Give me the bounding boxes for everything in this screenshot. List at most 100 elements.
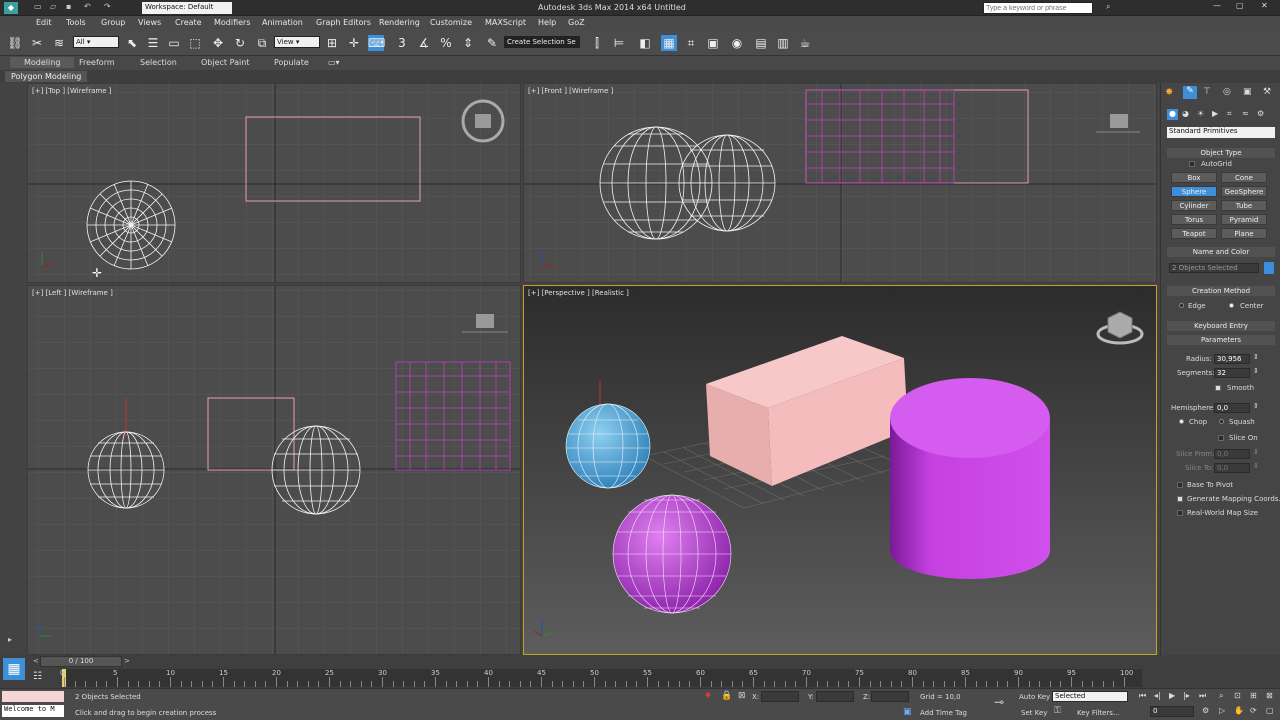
hemisphere-spinner-icon[interactable]: ⇕: [1253, 402, 1259, 410]
menu-views[interactable]: Views: [138, 18, 161, 27]
mirror-icon[interactable]: ⫿: [589, 35, 605, 51]
hemisphere-input[interactable]: 0,0: [1214, 403, 1250, 413]
time-slider[interactable]: 0 / 100: [40, 656, 122, 667]
viewport-left[interactable]: [+] [Left ] [Wireframe ]: [27, 285, 521, 655]
reference-coordinate-dropdown[interactable]: View ▾: [274, 36, 320, 48]
keyboard-entry-rollout[interactable]: Keyboard Entry: [1167, 321, 1275, 331]
redo-icon[interactable]: ↷: [104, 2, 111, 11]
geometry-icon[interactable]: ●: [1167, 109, 1178, 120]
field-of-view-icon[interactable]: ▷: [1219, 706, 1225, 715]
bind-space-warp-icon[interactable]: ≋: [51, 35, 67, 51]
spinner-snap-icon[interactable]: ⇕: [460, 35, 476, 51]
radius-spinner-icon[interactable]: ⇕: [1253, 353, 1259, 361]
zoom-all-icon[interactable]: ⊡: [1234, 691, 1241, 700]
select-link-icon[interactable]: ⛓: [7, 35, 23, 51]
parameters-rollout[interactable]: Parameters: [1167, 335, 1275, 345]
orbit-icon[interactable]: ⟳: [1250, 706, 1257, 715]
autogrid-checkbox[interactable]: [1189, 161, 1195, 167]
box-button[interactable]: Box: [1171, 172, 1217, 183]
slice-from-spinner-icon[interactable]: ⇕: [1253, 448, 1259, 456]
edit-named-selection-icon[interactable]: ✎: [484, 35, 500, 51]
lights-icon[interactable]: ☀: [1197, 109, 1204, 118]
modify-tab-icon[interactable]: ✎: [1183, 86, 1197, 99]
tab-modeling[interactable]: Modeling: [10, 57, 75, 68]
current-frame-field[interactable]: 0: [1150, 706, 1194, 717]
manipulate-icon[interactable]: ✛: [346, 35, 362, 51]
primitive-type-dropdown[interactable]: Standard Primitives: [1167, 127, 1275, 138]
set-key-button[interactable]: Set Key: [1021, 709, 1047, 717]
menu-graph-editors[interactable]: Graph Editors: [316, 18, 371, 27]
go-to-start-icon[interactable]: ⏮: [1139, 691, 1146, 701]
menu-animation[interactable]: Animation: [262, 18, 303, 27]
name-color-rollout[interactable]: Name and Color: [1167, 247, 1275, 257]
pivot-icon[interactable]: ⊞: [324, 35, 340, 51]
maximize-viewport-icon[interactable]: ▢: [1266, 706, 1274, 715]
pan-icon[interactable]: ✋: [1234, 706, 1244, 715]
absolute-mode-icon[interactable]: ⊠: [738, 691, 746, 701]
keyboard-shortcut-icon[interactable]: ⌨: [368, 35, 385, 51]
unlink-icon[interactable]: ✂: [29, 35, 45, 51]
segments-spinner-icon[interactable]: ⇕: [1253, 367, 1259, 375]
menu-tools[interactable]: Tools: [66, 18, 86, 27]
add-time-tag-label[interactable]: Add Time Tag: [920, 709, 967, 717]
z-coordinate-field[interactable]: [871, 691, 909, 702]
graphite-tools-icon[interactable]: ▦: [661, 35, 677, 51]
sphere-button[interactable]: Sphere: [1171, 186, 1217, 197]
y-coordinate-field[interactable]: [816, 691, 854, 702]
viewport-label-front[interactable]: [+] [Front ] [Wireframe ]: [528, 87, 613, 95]
time-config-icon[interactable]: ⚙: [1202, 706, 1209, 715]
expand-arrow-icon[interactable]: ▸: [8, 635, 12, 644]
time-tag-icon[interactable]: ▣: [903, 707, 912, 717]
shapes-icon[interactable]: ◕: [1182, 109, 1189, 118]
set-key-icon[interactable]: ⚿: [1054, 706, 1061, 716]
tube-button[interactable]: Tube: [1221, 200, 1267, 211]
tab-freeform[interactable]: Freeform: [79, 58, 115, 67]
viewport-top[interactable]: ✛ [+] [Top ] [Wireframe ]: [27, 83, 521, 283]
auto-key-button[interactable]: Auto Key: [1019, 693, 1050, 701]
motion-tab-icon[interactable]: ◎: [1223, 87, 1231, 97]
new-file-icon[interactable]: ▭: [34, 2, 42, 11]
schematic-view-icon[interactable]: ▣: [705, 35, 721, 51]
polygon-modeling-label[interactable]: Polygon Modeling: [5, 71, 88, 82]
cylinder-button[interactable]: Cylinder: [1171, 200, 1217, 211]
squash-radio[interactable]: [1219, 419, 1224, 424]
edge-radio[interactable]: [1179, 303, 1184, 308]
teapot-button[interactable]: Teapot: [1171, 228, 1217, 239]
selection-filter-dropdown[interactable]: All ▾: [73, 36, 119, 48]
menu-modifiers[interactable]: Modifiers: [214, 18, 251, 27]
menu-group[interactable]: Group: [101, 18, 125, 27]
workspace-dropdown[interactable]: Workspace: Default: [142, 2, 232, 14]
utilities-tab-icon[interactable]: ⚒: [1263, 87, 1271, 97]
viewport-perspective[interactable]: [+] [Perspective ] [Realistic ]: [523, 285, 1157, 655]
save-file-icon[interactable]: ▪: [66, 2, 71, 11]
maxscript-output[interactable]: Welcome to M: [2, 705, 64, 717]
ribbon-options-icon[interactable]: ▭▾: [328, 58, 340, 67]
base-to-pivot-checkbox[interactable]: [1177, 482, 1183, 488]
scale-icon[interactable]: ⧉: [254, 35, 270, 51]
slice-to-spinner-icon[interactable]: ⇕: [1253, 462, 1259, 470]
undo-icon[interactable]: ↶: [84, 2, 91, 11]
menu-rendering[interactable]: Rendering: [379, 18, 420, 27]
center-radio[interactable]: [1229, 303, 1234, 308]
app-icon[interactable]: ◆: [4, 2, 18, 14]
tab-populate[interactable]: Populate: [274, 58, 309, 67]
angle-snap-icon[interactable]: ∡: [416, 35, 432, 51]
rotate-icon[interactable]: ↻: [232, 35, 248, 51]
spacewarps-icon[interactable]: ≈: [1242, 109, 1249, 118]
close-icon[interactable]: ✕: [1261, 1, 1268, 10]
object-name-field[interactable]: 2 Objects Selected: [1169, 263, 1259, 273]
slice-from-input[interactable]: 0,0: [1214, 449, 1250, 459]
maximize-icon[interactable]: ▢: [1236, 1, 1244, 10]
search-input[interactable]: [983, 2, 1093, 14]
zoom-icon[interactable]: ⌕: [1219, 691, 1223, 701]
pyramid-button[interactable]: Pyramid: [1221, 214, 1267, 225]
render-production-icon[interactable]: ☕: [797, 35, 813, 51]
zoom-extents-icon[interactable]: ⊞: [1250, 691, 1257, 700]
systems-icon[interactable]: ⚙: [1257, 109, 1264, 118]
prev-frame-button[interactable]: <: [33, 657, 39, 665]
mini-curve-editor-icon[interactable]: ☷: [33, 671, 42, 682]
viewport-front[interactable]: [+] [Front ] [Wireframe ]: [523, 83, 1157, 283]
percent-snap-icon[interactable]: %: [438, 35, 454, 51]
geosphere-button[interactable]: GeoSphere: [1221, 186, 1267, 197]
key-filters-button[interactable]: Key Filters...: [1077, 709, 1120, 717]
